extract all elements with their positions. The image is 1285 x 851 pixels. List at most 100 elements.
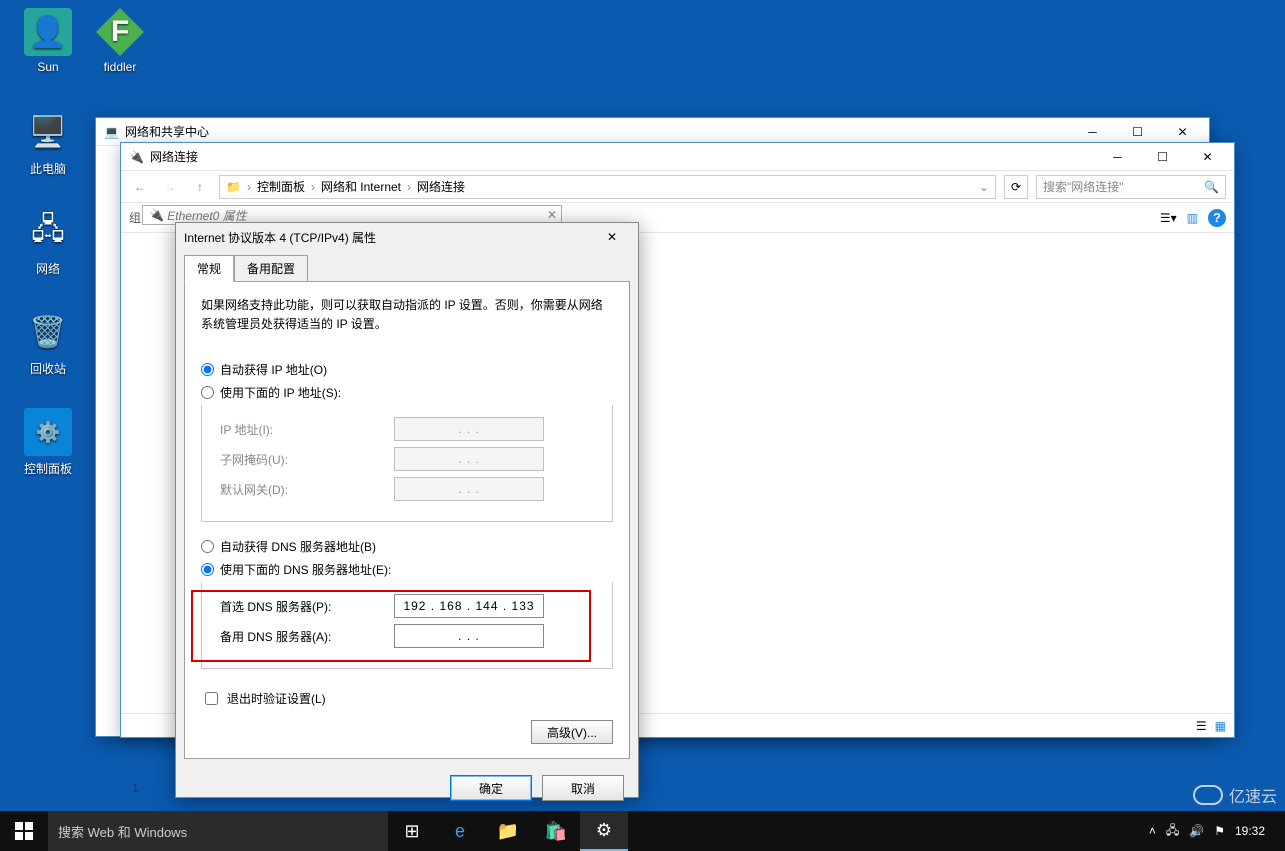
search-box[interactable]: 搜索"网络连接" 🔍 (1036, 175, 1226, 199)
desktop-icon-network[interactable]: 🖧 网络 (12, 208, 84, 277)
advanced-button[interactable]: 高级(V)... (531, 720, 613, 744)
radio-dns-manual[interactable]: 使用下面的 DNS 服务器地址(E): (201, 561, 613, 578)
chevron-down-icon[interactable]: ⌄ (979, 180, 989, 194)
monitor-icon: 🖥️ (24, 108, 72, 156)
radio-input[interactable] (201, 563, 214, 576)
hint-text: 如果网络支持此功能，则可以获取自动指派的 IP 设置。否则，你需要从网络系统管理… (201, 296, 613, 333)
dns-alternate-input[interactable]: . . . (394, 624, 544, 648)
radio-ip-auto[interactable]: 自动获得 IP 地址(O) (201, 361, 613, 378)
start-button[interactable] (0, 811, 48, 851)
gateway-input: . . . (394, 477, 544, 501)
dns-preferred-input[interactable]: 192 . 168 . 144 . 133 (394, 594, 544, 618)
radio-label: 使用下面的 DNS 服务器地址(E): (220, 561, 391, 578)
radio-ip-manual[interactable]: 使用下面的 IP 地址(S): (201, 384, 613, 401)
breadcrumb-item[interactable]: 网络和 Internet (321, 178, 401, 195)
network-icon: 🔌 (129, 150, 144, 164)
taskbar[interactable]: 搜索 Web 和 Windows ⊞ e 📁 🛍️ ⚙ ˄ 🖧 🔊 ⚑ 19:3… (0, 811, 1285, 851)
forward-button[interactable]: → (159, 180, 181, 194)
view-details-icon[interactable]: ☰ (1196, 719, 1207, 733)
checkbox-input[interactable] (205, 692, 218, 705)
tab-strip: 常规 备用配置 (184, 255, 630, 282)
folder-icon: 📁 (226, 180, 241, 194)
search-icon: 🔍 (1204, 180, 1219, 194)
desktop-icon-fiddler[interactable]: fiddler (84, 8, 156, 74)
ethernet-title: Ethernet0 属性 (167, 207, 246, 224)
store-icon[interactable]: 🛍️ (532, 811, 580, 851)
edge-icon[interactable]: e (436, 811, 484, 851)
radio-dns-auto[interactable]: 自动获得 DNS 服务器地址(B) (201, 538, 613, 555)
mask-input: . . . (394, 447, 544, 471)
close-button[interactable]: ✕ (1185, 145, 1230, 169)
minimize-button[interactable]: ─ (1070, 120, 1115, 144)
task-view-button[interactable]: ⊞ (388, 811, 436, 851)
dialog-ipv4-properties[interactable]: Internet 协议版本 4 (TCP/IPv4) 属性 ✕ 常规 备用配置 … (175, 222, 639, 798)
window-title: 网络连接 (150, 148, 198, 165)
tab-general[interactable]: 常规 (184, 255, 234, 282)
close-button[interactable]: ✕ (594, 230, 630, 244)
radio-input[interactable] (201, 540, 214, 553)
desktop-icon-sun[interactable]: 👤 Sun (12, 8, 84, 74)
network-sharing-icon: 💻 (104, 125, 119, 139)
ethernet-icon: 🔌 (149, 208, 164, 222)
desktop-icon-label: 此电脑 (12, 160, 84, 177)
desktop-icon-this-pc[interactable]: 🖥️ 此电脑 (12, 108, 84, 177)
recycle-bin-icon: 🗑️ (24, 308, 72, 356)
mask-label: 子网掩码(U): (214, 451, 394, 468)
watermark-text: 亿速云 (1229, 783, 1277, 807)
file-explorer-icon[interactable]: 📁 (484, 811, 532, 851)
desktop-icon-recycle[interactable]: 🗑️ 回收站 (12, 308, 84, 377)
view-options-button[interactable]: ☰▾ (1160, 211, 1177, 225)
tray-network-icon[interactable]: 🖧 (1166, 821, 1179, 842)
titlebar[interactable]: 🔌 网络连接 ─ ☐ ✕ (121, 143, 1234, 171)
dialog-buttons: 确定 取消 (176, 767, 638, 813)
checkbox-validate[interactable]: 退出时验证设置(L) (201, 689, 613, 708)
desktop-icon-label: 网络 (12, 260, 84, 277)
ok-button[interactable]: 确定 (450, 775, 532, 801)
tab-label: 备用配置 (247, 262, 295, 276)
maximize-button[interactable]: ☐ (1140, 145, 1185, 169)
dns-pref-label: 首选 DNS 服务器(P): (214, 598, 394, 615)
tab-label: 常规 (197, 262, 221, 276)
radio-input[interactable] (201, 386, 214, 399)
checkbox-label: 退出时验证设置(L) (227, 690, 326, 707)
tray-chevron-up-icon[interactable]: ˄ (1149, 824, 1156, 838)
windows-logo-icon (15, 822, 33, 840)
tray-flag-icon[interactable]: ⚑ (1214, 824, 1225, 838)
control-panel-task-icon[interactable]: ⚙ (580, 811, 628, 851)
view-icons-icon[interactable]: ▦ (1215, 719, 1226, 733)
radio-input[interactable] (201, 363, 214, 376)
dialog-titlebar[interactable]: Internet 协议版本 4 (TCP/IPv4) 属性 ✕ (176, 223, 638, 251)
search-placeholder: 搜索"网络连接" (1043, 178, 1124, 195)
tray-clock[interactable]: 19:32 (1235, 824, 1265, 838)
taskbar-search[interactable]: 搜索 Web 和 Windows (48, 811, 388, 851)
tray-volume-icon[interactable]: 🔊 (1189, 824, 1204, 838)
close-icon[interactable]: ✕ (547, 208, 557, 222)
control-panel-icon: ⚙️ (24, 408, 72, 456)
breadcrumb-item[interactable]: 网络连接 (417, 178, 465, 195)
address-bar[interactable]: 📁› 控制面板› 网络和 Internet› 网络连接 ⌄ (219, 175, 996, 199)
tab-alternate[interactable]: 备用配置 (234, 255, 308, 282)
desktop-icon-label: 控制面板 (12, 460, 84, 477)
close-button[interactable]: ✕ (1160, 120, 1205, 144)
search-placeholder: 搜索 Web 和 Windows (58, 822, 187, 841)
watermark: 亿速云 (1193, 783, 1277, 807)
breadcrumb-item[interactable]: 控制面板 (257, 178, 305, 195)
window-title: 网络和共享中心 (125, 123, 209, 140)
organize-label[interactable]: 组 (129, 209, 141, 226)
gw-label: 默认网关(D): (214, 481, 394, 498)
button-label: 高级(V)... (547, 726, 597, 740)
help-button[interactable]: ? (1208, 209, 1226, 227)
up-button[interactable]: ↑ (189, 180, 211, 194)
desktop-icon-control-panel[interactable]: ⚙️ 控制面板 (12, 408, 84, 477)
desktop-icon-label: fiddler (84, 60, 156, 74)
minimize-button[interactable]: ─ (1095, 145, 1140, 169)
button-label: 取消 (571, 782, 595, 796)
system-tray[interactable]: ˄ 🖧 🔊 ⚑ 19:32 (1141, 821, 1285, 842)
dialog-title: Internet 协议版本 4 (TCP/IPv4) 属性 (184, 229, 376, 246)
back-button[interactable]: ← (129, 180, 151, 194)
cancel-button[interactable]: 取消 (542, 775, 624, 801)
maximize-button[interactable]: ☐ (1115, 120, 1160, 144)
fiddler-icon (96, 8, 144, 56)
preview-pane-button[interactable]: ▥ (1187, 211, 1198, 225)
refresh-button[interactable]: ⟳ (1004, 175, 1028, 199)
